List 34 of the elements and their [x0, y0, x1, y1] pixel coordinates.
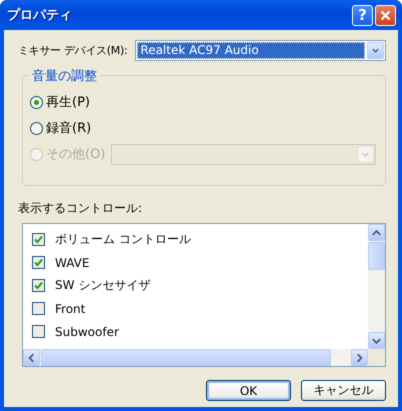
checkbox[interactable] — [32, 302, 45, 315]
close-button[interactable] — [375, 4, 396, 26]
scroll-down-button[interactable] — [368, 332, 385, 349]
dropdown-arrow-button[interactable] — [367, 42, 384, 58]
scroll-right-button[interactable] — [351, 349, 368, 366]
field-label: ミキサー デバイス(M): — [18, 42, 128, 58]
checkbox[interactable] — [32, 325, 45, 338]
scroll-up-button[interactable] — [368, 224, 385, 241]
dialog-button[interactable]: OK — [206, 380, 291, 401]
scrollbar-corner — [368, 349, 385, 366]
radio-label[interactable]: 録音(R) — [46, 119, 92, 137]
control-label[interactable]: WAVE — [55, 256, 90, 270]
device-dropdown[interactable]: Realtek AC97 Audio — [135, 40, 386, 60]
group-title: 音量の調整 — [29, 67, 100, 85]
control-label[interactable]: ボリューム コントロール — [55, 231, 191, 248]
control-label[interactable]: SW シンセサイザ — [55, 277, 150, 294]
dialog-button[interactable]: キャンセル — [301, 380, 386, 401]
close-icon — [380, 10, 391, 20]
checkbox[interactable] — [32, 233, 45, 246]
radio-label[interactable]: 再生(P) — [46, 93, 90, 111]
checkbox[interactable] — [32, 279, 45, 292]
radio-button[interactable] — [30, 96, 43, 108]
horizontal-scrollbar[interactable] — [23, 349, 368, 366]
radio-button[interactable] — [30, 122, 43, 134]
control-label[interactable]: Front — [55, 302, 86, 316]
vertical-scrollbar[interactable] — [368, 224, 385, 349]
control-label[interactable]: Subwoofer — [55, 324, 119, 338]
scroll-left-button[interactable] — [23, 349, 40, 366]
list-label: 表示するコントロール: — [18, 200, 144, 217]
scroll-thumb[interactable] — [368, 242, 385, 270]
scroll-thumb[interactable] — [41, 349, 331, 366]
help-button[interactable]: ? — [352, 4, 373, 26]
window-title: プロパティ — [7, 6, 73, 24]
checkbox[interactable] — [32, 256, 45, 269]
